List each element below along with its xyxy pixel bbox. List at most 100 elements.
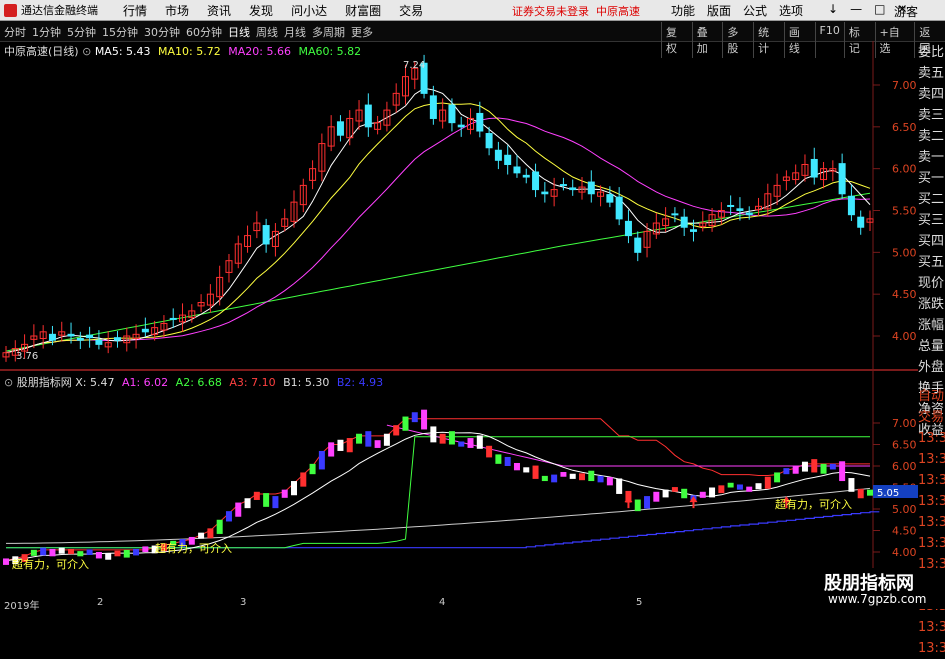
indicator-bar-64 <box>597 475 604 483</box>
right-menu-item-1[interactable]: 版面 <box>707 2 731 19</box>
period-tab-9[interactable]: 多周期 <box>312 24 345 40</box>
candle-body-53 <box>494 149 502 161</box>
window-button-0[interactable]: ↓ <box>828 2 838 16</box>
period-tab-3[interactable]: 15分钟 <box>102 24 138 40</box>
candle-body-55 <box>513 166 521 174</box>
candle-body-56 <box>522 174 530 178</box>
indicator-value-0: X: 5.47 <box>75 376 118 389</box>
window-button-2[interactable]: □ <box>874 2 885 16</box>
tick-row-6: 13:34 <box>918 515 945 530</box>
menu-item-6[interactable]: 交易 <box>399 2 423 19</box>
quote-row-13: 涨幅 <box>918 318 945 333</box>
candle-body-48 <box>448 104 456 124</box>
right-menu-item-0[interactable]: 功能 <box>671 2 695 19</box>
indicator-bar-84 <box>783 468 790 475</box>
indicator-bar-23 <box>216 519 223 534</box>
indicator-bar-10 <box>95 552 102 559</box>
indicator-bar-37 <box>346 438 353 453</box>
indicator-bar-75 <box>699 491 706 498</box>
indicator-settings-icon[interactable]: ⊙ <box>4 376 13 389</box>
quote-row-6: 买一 <box>918 171 945 186</box>
indicator-bar-87 <box>811 459 818 473</box>
menu-item-3[interactable]: 发现 <box>249 2 273 19</box>
indicator-bar-9 <box>86 549 93 556</box>
indicator-bar-6 <box>58 547 65 554</box>
app-title: 通达信金融终端 <box>21 4 98 17</box>
indicator-bar-34 <box>318 450 325 470</box>
indicator-bar-54 <box>504 456 511 466</box>
indicator-bar-88 <box>820 463 827 474</box>
period-tab-8[interactable]: 月线 <box>284 24 306 40</box>
app-logo-icon <box>4 3 17 17</box>
period-tab-5[interactable]: 60分钟 <box>186 24 222 40</box>
period-tab-4[interactable]: 30分钟 <box>144 24 180 40</box>
tick-row-7: 13:35 <box>918 536 945 551</box>
period-tab-10[interactable]: 更多 <box>351 24 373 40</box>
tick-row-5: 13:34 <box>918 494 945 509</box>
indicator-bar-5 <box>49 548 56 557</box>
indicator-bar-73 <box>681 488 688 499</box>
indicator-bar-85 <box>792 466 799 474</box>
indicator-bar-89 <box>829 463 836 470</box>
window-button-1[interactable]: — <box>850 2 862 16</box>
indicator-bar-32 <box>300 472 307 487</box>
indicator-bar-40 <box>374 440 381 448</box>
kline-chart[interactable]: 7.00 6.50 6.00 5.50 5.00 4.50 4.00 7.00 6.50 6.0… <box>0 41 918 596</box>
indicator-name[interactable]: 股朋指标网 <box>17 376 72 389</box>
sub-pane-header: ⊙ 股朋指标网 X: 5.47 A1: 6.02 A2: 6.68 A3: 7.… <box>4 374 387 390</box>
b2-line <box>6 511 880 549</box>
menu-item-0[interactable]: 行情 <box>123 2 147 19</box>
menu-item-4[interactable]: 问小达 <box>291 2 327 19</box>
guest-label[interactable]: 游客 <box>894 3 918 20</box>
indicator-bar-92 <box>857 488 864 499</box>
indicator-bar-76 <box>709 487 716 498</box>
indicator-bar-65 <box>606 477 613 486</box>
right-menu-item-2[interactable]: 公式 <box>743 2 767 19</box>
indicator-bar-35 <box>328 442 335 457</box>
indicator-bar-91 <box>848 478 855 492</box>
candle-body-63 <box>587 181 595 195</box>
menu-item-2[interactable]: 资讯 <box>207 2 231 19</box>
login-status[interactable]: 证券交易未登录 <box>512 5 589 18</box>
quote-row-4: 卖二 <box>918 129 945 144</box>
indicator-bar-46 <box>430 426 437 443</box>
main-y-tick-2: 6.00 <box>892 163 917 176</box>
quote-row-2: 卖四 <box>918 87 945 102</box>
period-tab-6[interactable]: 日线 <box>228 24 250 40</box>
menu-item-1[interactable]: 市场 <box>165 2 189 19</box>
candle-body-74 <box>689 229 697 232</box>
quote-row-9: 买四 <box>918 234 945 249</box>
candle-body-58 <box>541 191 549 195</box>
right-menu: 功能 版面 公式 选项 <box>665 2 809 19</box>
indicator-bar-70 <box>653 491 660 502</box>
indicator-bar-13 <box>123 549 130 558</box>
indicator-bar-68 <box>634 499 641 512</box>
annotation-2: 超有力，可介入 <box>155 541 232 555</box>
period-tab-2[interactable]: 5分钟 <box>67 24 96 40</box>
period-tab-7[interactable]: 周线 <box>256 24 278 40</box>
login-notice[interactable]: 证券交易未登录 中原高速 <box>512 3 640 19</box>
quote-row-7: 买二 <box>918 192 945 207</box>
menu-bar: 通达信金融终端 行情 市场 资讯 发现 问小达 财富圈 交易 证券交易未登录 中原高速 功能… <box>0 0 945 21</box>
quote-row-8: 买三 <box>918 213 945 228</box>
ma-label-1: MA10: 5.72 <box>158 45 225 58</box>
period-tab-0[interactable]: 分时 <box>4 24 26 40</box>
quote-row-10: 买五 <box>918 255 945 270</box>
quote-row-14: 总量 <box>918 339 945 354</box>
quote-row-12: 涨跌 <box>918 297 945 312</box>
date-label-4: 5 <box>636 597 643 608</box>
candle-body-91 <box>847 195 855 216</box>
main-y-tick-6: 4.00 <box>892 330 917 343</box>
ma-settings-icon[interactable]: ⊙ <box>82 45 91 58</box>
indicator-bar-61 <box>569 473 576 479</box>
indicator-bar-56 <box>523 467 530 473</box>
candle-body-60 <box>559 184 567 187</box>
date-label-2: 3 <box>240 597 247 608</box>
main-menu: 行情 市场 资讯 发现 问小达 财富圈 交易 <box>114 2 432 19</box>
indicator-values: X: 5.47 A1: 6.02 A2: 6.68 A3: 7.10 B1: 5… <box>75 376 387 389</box>
right-menu-item-3[interactable]: 选项 <box>779 2 803 19</box>
indicator-value-3: A3: 7.10 <box>229 376 280 389</box>
candle-body-73 <box>680 216 688 228</box>
menu-item-5[interactable]: 财富圈 <box>345 2 381 19</box>
period-tab-1[interactable]: 1分钟 <box>32 24 61 40</box>
